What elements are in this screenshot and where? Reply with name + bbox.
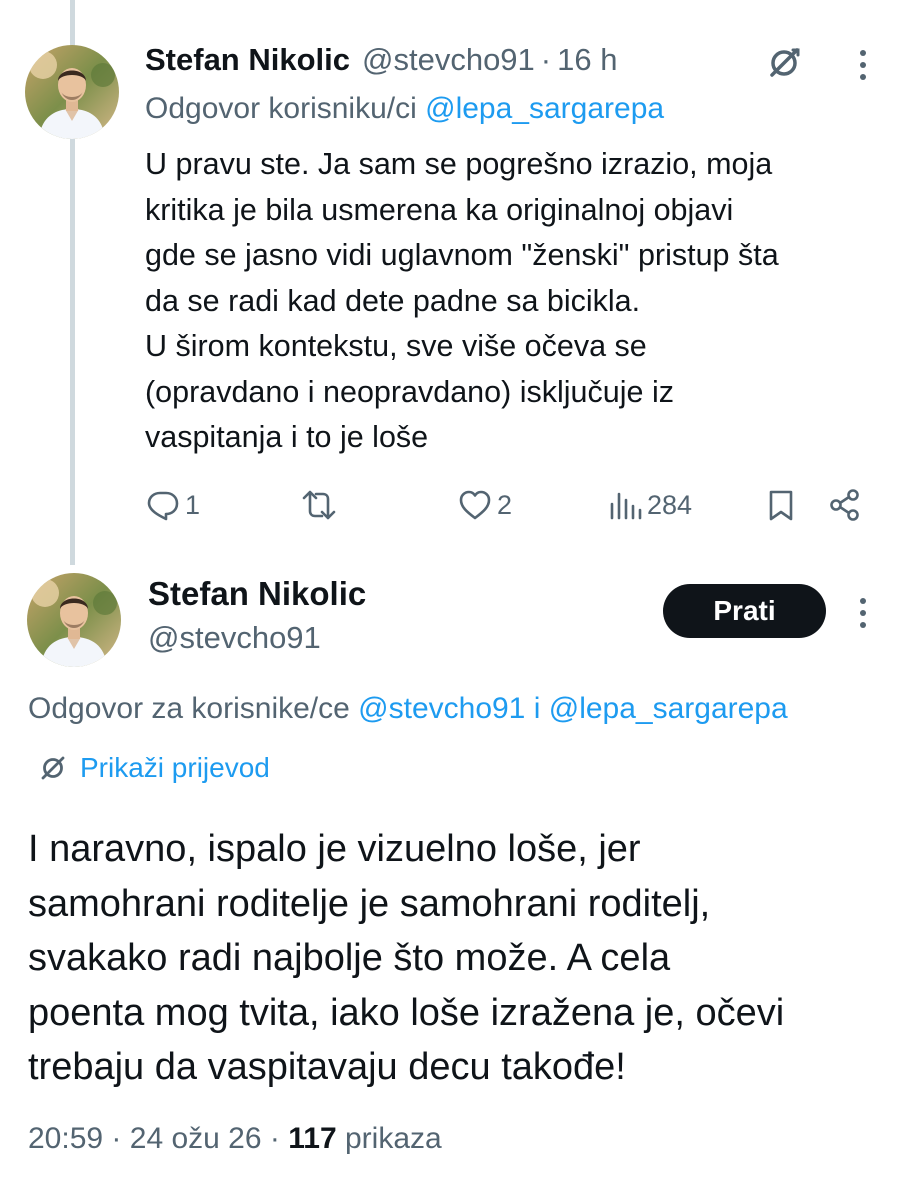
display-name[interactable]: Stefan Nikolic xyxy=(148,575,366,613)
show-translation-link[interactable]: Prikaži prijevod xyxy=(38,752,270,784)
tweet-text: I naravno, ispalo je vizuelno loše, jer … xyxy=(28,822,898,1095)
tweet-time[interactable]: 20:59 xyxy=(28,1122,103,1155)
repost-icon xyxy=(302,490,336,520)
tweet-text: U pravu ste. Ja sam se pogrešno izrazio,… xyxy=(145,142,890,461)
separator-dot: · xyxy=(269,1122,280,1155)
tweet-text-line: gde se jasno vidi uglavnom "ženski" pris… xyxy=(145,238,779,272)
avatar-photo xyxy=(27,573,121,667)
grok-icon xyxy=(41,756,65,780)
reply-joiner: i xyxy=(533,692,541,725)
reply-context: Odgovor korisniku/ci @lepa_sargarepa xyxy=(145,92,664,126)
tweet-text-line: poenta mog tvita, iako loše izražena je,… xyxy=(28,991,785,1034)
tweet1-header: Stefan Nikolic @stevcho91 · 16 h xyxy=(145,42,617,86)
reply-button[interactable]: 1 xyxy=(145,482,200,528)
reply-count: 1 xyxy=(185,489,201,520)
avatar-photo xyxy=(25,45,119,139)
views-button[interactable]: 284 xyxy=(607,482,692,528)
avatar[interactable] xyxy=(25,45,119,139)
reply-mention-link[interactable]: @lepa_sargarepa xyxy=(425,92,664,125)
grok-icon[interactable] xyxy=(764,43,804,83)
like-button[interactable]: 2 xyxy=(457,482,512,528)
share-icon xyxy=(830,489,859,521)
repost-button[interactable] xyxy=(301,482,341,528)
like-count: 2 xyxy=(497,489,513,520)
tweet-text-line: trebaju da vaspitavaju decu takođe! xyxy=(28,1046,626,1088)
user-handle[interactable]: @stevcho91 xyxy=(148,620,321,656)
like-icon xyxy=(459,490,491,520)
views-label: prikaza xyxy=(344,1122,442,1155)
tweet-text-line: samohrani roditelje je samohrani roditel… xyxy=(28,882,711,925)
tweet-text-line: U pravu ste. Ja sam se pogrešno izrazio,… xyxy=(145,147,773,181)
reply-context: Odgovor za korisnike/ce @stevcho91 i @le… xyxy=(28,692,788,726)
views-count: 117 xyxy=(288,1122,337,1155)
separator-dot: · xyxy=(111,1122,122,1155)
reply-mention-link[interactable]: @stevcho91 xyxy=(358,692,525,725)
tweet-text-line: kritika je bila usmerena ka originalnoj … xyxy=(145,192,734,227)
tweet-metadata: 20:59 · 24 ožu 26 · 117 prikaza xyxy=(28,1122,442,1156)
more-icon[interactable] xyxy=(858,596,868,630)
reply-prefix: Odgovor korisniku/ci xyxy=(145,92,417,125)
tweet-text-line: da se radi kad dete padne sa bicikla. xyxy=(145,283,641,318)
bookmark-icon xyxy=(769,490,793,521)
tweet-action-bar: 1 2 284 xyxy=(145,482,875,528)
follow-button[interactable]: Prati xyxy=(663,584,826,638)
views-count: 284 xyxy=(647,489,693,520)
tweet-date[interactable]: 24 ožu 26 xyxy=(130,1122,262,1155)
bookmark-button[interactable] xyxy=(763,482,799,528)
tweet-text-line: U širom kontekstu, sve više očeva se xyxy=(145,329,647,363)
avatar[interactable] xyxy=(27,573,121,667)
tweet-timestamp[interactable]: 16 h xyxy=(557,42,617,78)
separator-dot: · xyxy=(540,42,552,77)
share-button[interactable] xyxy=(827,482,863,528)
tweet-text-line: vaspitanja i to je loše xyxy=(145,420,429,454)
reply-mention-link[interactable]: @lepa_sargarepa xyxy=(549,692,788,725)
tweet-text-line: (opravdano i neopravdano) isključuje iz xyxy=(145,374,674,409)
tweet-text-line: I naravno, ispalo je vizuelno loše, jer xyxy=(28,828,641,870)
user-handle[interactable]: @stevcho91 xyxy=(362,42,535,78)
more-icon[interactable] xyxy=(858,48,868,82)
reply-icon xyxy=(147,491,179,521)
display-name[interactable]: Stefan Nikolic xyxy=(145,42,350,78)
translation-label: Prikaži prijevod xyxy=(80,752,270,783)
views-icon xyxy=(610,492,642,520)
reply-prefix: Odgovor za korisnike/ce xyxy=(28,692,350,725)
tweet-text-line: svakako radi najbolje što može. A cela xyxy=(28,937,671,979)
